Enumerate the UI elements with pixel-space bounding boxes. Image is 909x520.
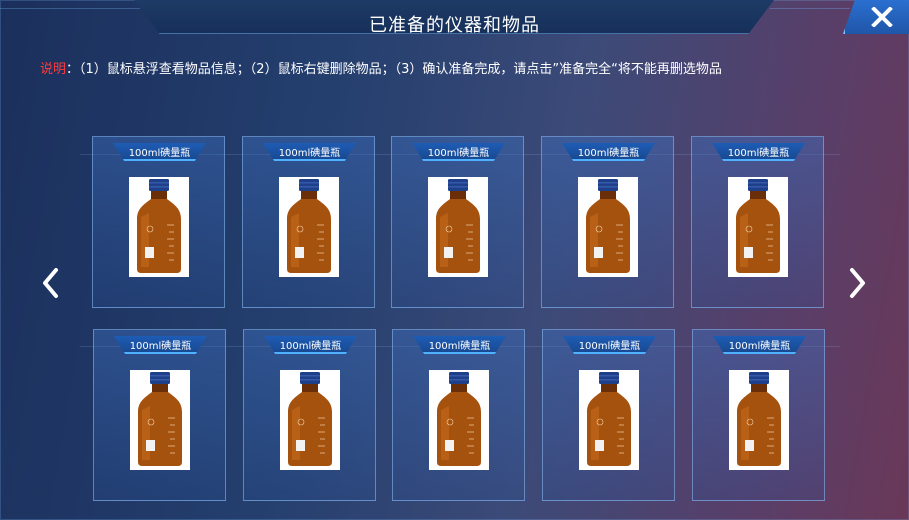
amber-reagent-bottle-image <box>130 370 190 470</box>
amber-reagent-bottle-image <box>279 177 339 277</box>
title-bar: 已准备的仪器和物品 <box>0 0 909 48</box>
item-card[interactable]: 100ml碘量瓶 <box>92 136 225 308</box>
amber-reagent-bottle-image <box>429 370 489 470</box>
chevron-right-icon <box>850 268 865 298</box>
amber-reagent-bottle-image <box>428 177 488 277</box>
prev-page-button[interactable] <box>38 263 62 303</box>
item-card[interactable]: 100ml碘量瓶 <box>242 136 375 308</box>
item-card-label: 100ml碘量瓶 <box>727 148 790 159</box>
next-page-button[interactable] <box>846 263 870 303</box>
item-card[interactable]: 100ml碘量瓶 <box>93 329 226 501</box>
amber-reagent-bottle-image <box>728 177 788 277</box>
chevron-left-icon <box>43 268 58 298</box>
item-card[interactable]: 100ml碘量瓶 <box>391 136 524 308</box>
item-card[interactable]: 100ml碘量瓶 <box>243 329 376 501</box>
instructions-text: （1）鼠标悬浮查看物品信息；（2）鼠标右键删除物品；（3）确认准备完成，请点击”… <box>79 62 722 77</box>
dialog-title: 已准备的仪器和物品 <box>369 15 540 36</box>
close-button[interactable] <box>843 0 909 34</box>
item-card-label: 100ml碘量瓶 <box>427 148 490 159</box>
item-card-label: 100ml碘量瓶 <box>728 341 791 352</box>
amber-reagent-bottle-image <box>280 370 340 470</box>
item-card-label: 100ml碘量瓶 <box>278 148 341 159</box>
title-decoration-right <box>770 8 850 9</box>
item-card[interactable]: 100ml碘量瓶 <box>692 329 825 501</box>
item-card[interactable]: 100ml碘量瓶 <box>541 136 674 308</box>
amber-reagent-bottle-image <box>579 370 639 470</box>
item-card-label: 100ml碘量瓶 <box>577 148 640 159</box>
item-card-label: 100ml碘量瓶 <box>129 341 192 352</box>
instructions: 说明：（1）鼠标悬浮查看物品信息；（2）鼠标右键删除物品；（3）确认准备完成，请… <box>40 58 722 77</box>
item-card[interactable]: 100ml碘量瓶 <box>691 136 824 308</box>
amber-reagent-bottle-image <box>729 370 789 470</box>
amber-reagent-bottle-image <box>578 177 638 277</box>
close-icon <box>871 7 893 27</box>
item-card[interactable]: 100ml碘量瓶 <box>542 329 675 501</box>
instructions-separator: ： <box>66 62 80 77</box>
item-card-label: 100ml碘量瓶 <box>428 341 491 352</box>
item-card-label: 100ml碘量瓶 <box>279 341 342 352</box>
item-card-label: 100ml碘量瓶 <box>128 148 191 159</box>
instructions-label: 说明 <box>40 62 67 77</box>
item-card-label: 100ml碘量瓶 <box>578 341 641 352</box>
title-decoration-left <box>0 8 140 9</box>
item-card[interactable]: 100ml碘量瓶 <box>392 329 525 501</box>
amber-reagent-bottle-image <box>129 177 189 277</box>
